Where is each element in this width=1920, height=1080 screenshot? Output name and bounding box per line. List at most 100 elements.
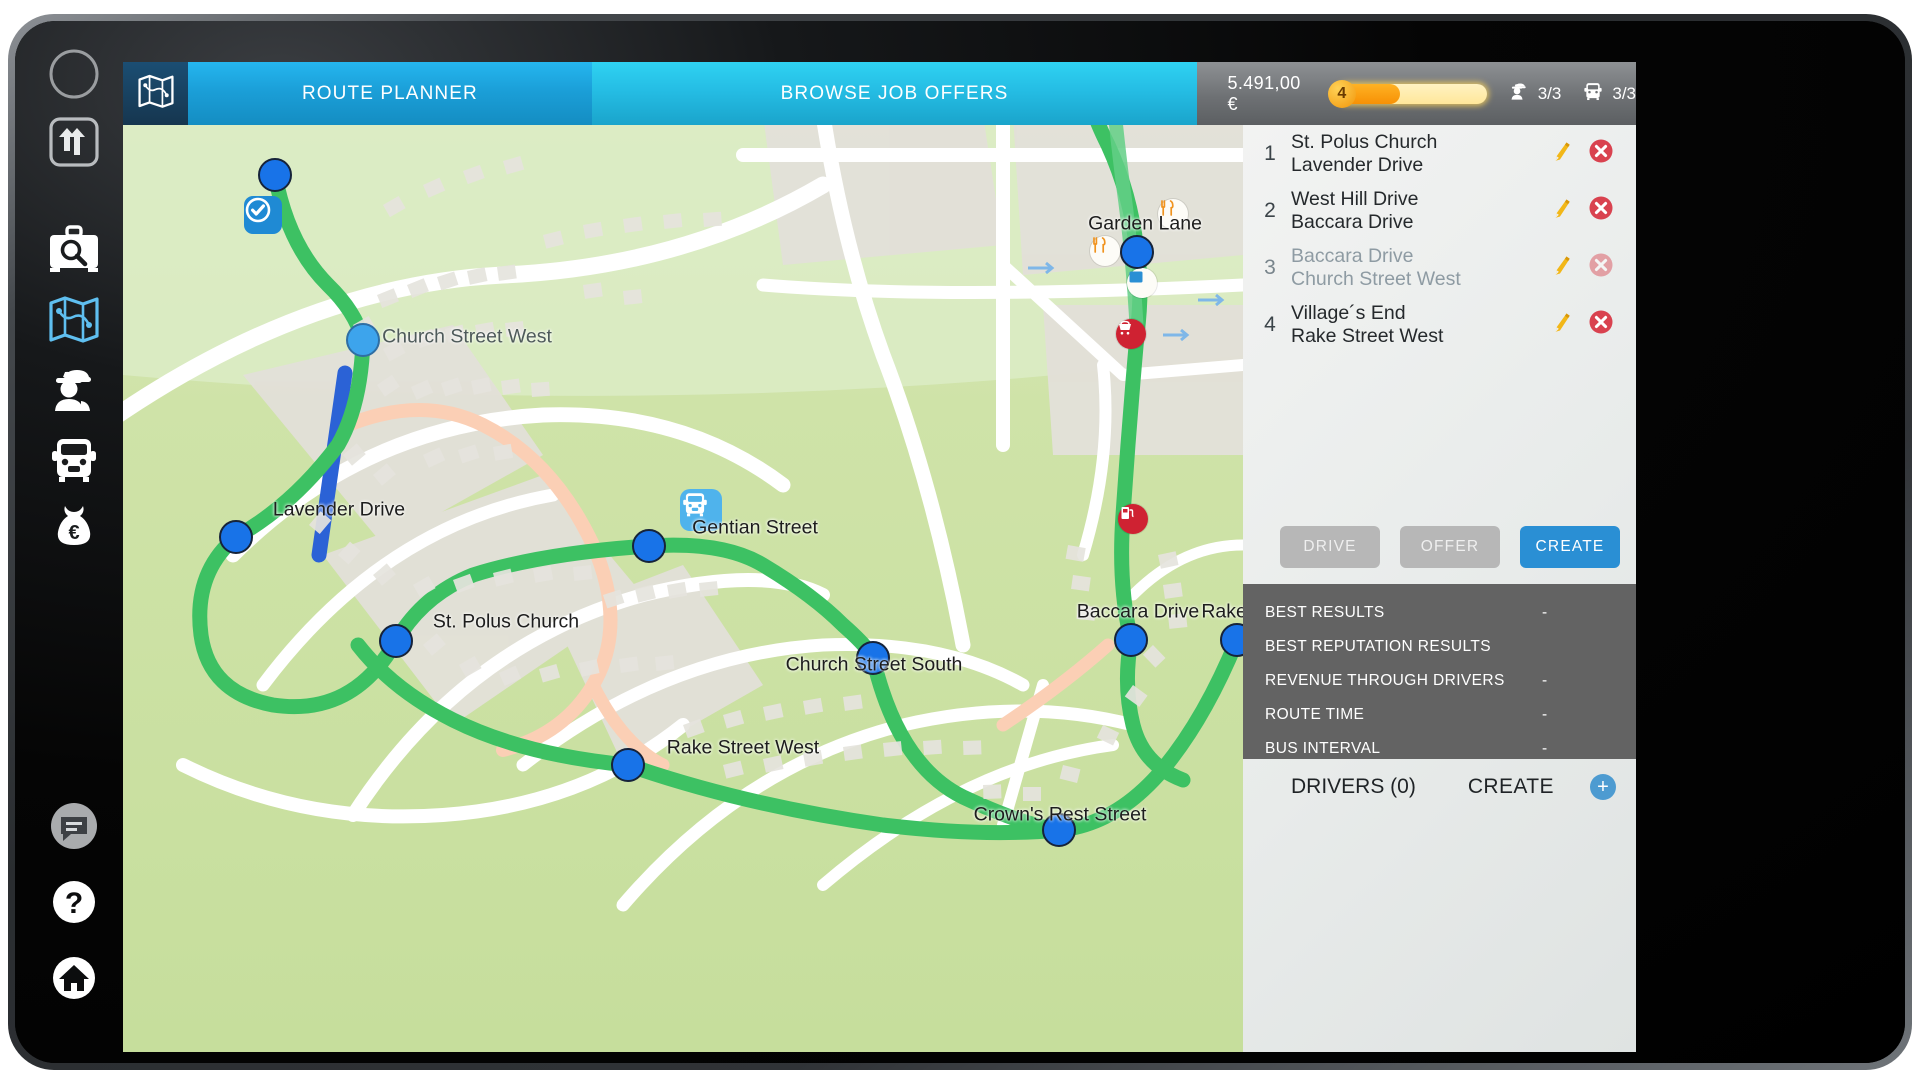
route-stop-names: West Hill Drive Baccara Drive	[1283, 188, 1552, 234]
map-stop-marker[interactable]	[856, 641, 890, 675]
bus-icon	[46, 431, 102, 487]
poi-restaurant[interactable]	[1158, 199, 1188, 229]
chat-bubble-icon	[47, 799, 101, 853]
poi-restaurant-2[interactable]	[1090, 236, 1120, 266]
sidebar-item-finances[interactable]: €	[41, 494, 107, 560]
drivers-section: DRIVERS (0) CREATE +	[1243, 759, 1636, 815]
delete-stop-button[interactable]	[1588, 309, 1614, 340]
drivers-counter: 3/3	[1507, 80, 1562, 107]
create-route-button[interactable]: CREATE	[1520, 526, 1620, 568]
delete-stop-button[interactable]	[1588, 138, 1614, 169]
delete-circle-icon	[1589, 139, 1613, 163]
experience-bar: 4	[1327, 79, 1487, 108]
poi-ticket[interactable]	[1127, 268, 1157, 298]
route-stat-label: BEST REPUTATION RESULTS	[1265, 638, 1491, 655]
driver-cap-icon	[46, 361, 102, 417]
edit-stop-button[interactable]	[1552, 254, 1572, 281]
delete-stop-button[interactable]	[1588, 195, 1614, 226]
map-routes-icon	[46, 291, 102, 347]
map-stop-marker[interactable]	[1042, 813, 1076, 847]
drive-button[interactable]: DRIVE	[1280, 526, 1380, 568]
route-stop-actions	[1552, 252, 1636, 283]
map-stop-marker[interactable]	[346, 323, 380, 357]
map-stop-marker[interactable]	[632, 529, 666, 563]
sidebar-item-help[interactable]: ?	[41, 869, 107, 935]
app-logo[interactable]	[123, 62, 189, 125]
route-stat-value: -	[1542, 706, 1548, 723]
plus-circle-icon[interactable]: +	[1590, 774, 1616, 800]
offer-button[interactable]: OFFER	[1400, 526, 1500, 568]
sidebar-item-home[interactable]	[41, 945, 107, 1011]
route-stop-row[interactable]: 4 Village´s End Rake Street West	[1243, 296, 1636, 353]
route-stat-row: ROUTE TIME -	[1243, 698, 1636, 732]
sidebar-item-job-search[interactable]	[41, 216, 107, 282]
route-stat-row: BEST RESULTS -	[1243, 596, 1636, 630]
route-stat-row: BEST REPUTATION RESULTS	[1243, 630, 1636, 664]
map-logo-icon	[136, 71, 176, 116]
level-badge: 4	[1327, 79, 1356, 108]
pencil-icon	[1555, 142, 1570, 161]
route-stop-names: St. Polus Church Lavender Drive	[1283, 131, 1552, 177]
route-stop-from: West Hill Drive	[1291, 187, 1419, 210]
svg-text:€: €	[68, 522, 79, 544]
sidebar-item-drivers[interactable]	[41, 356, 107, 422]
route-stat-value: -	[1542, 604, 1548, 621]
route-stat-value: -	[1542, 740, 1548, 757]
map-stop-marker[interactable]	[219, 520, 253, 554]
edit-stop-button[interactable]	[1552, 140, 1572, 167]
money-value: 5.491,00 €	[1227, 72, 1301, 114]
sidebar-item-compass[interactable]	[41, 41, 107, 107]
tab-browse-job-offers[interactable]: BROWSE JOB OFFERS	[591, 62, 1198, 125]
route-stat-value: -	[1542, 672, 1548, 689]
route-stop-to: Baccara Drive	[1291, 210, 1414, 233]
route-stop-row[interactable]: 2 West Hill Drive Baccara Drive	[1243, 182, 1636, 239]
poi-gas-station[interactable]	[1118, 504, 1148, 534]
route-action-buttons: DRIVE OFFER CREATE	[1243, 510, 1636, 584]
transfer-arrows-icon	[47, 115, 101, 169]
map-stop-marker[interactable]	[379, 624, 413, 658]
confirm-route-button[interactable]	[244, 196, 282, 234]
route-stop-to: Lavender Drive	[1291, 153, 1424, 176]
edit-stop-button[interactable]	[1552, 311, 1572, 338]
map-stop-marker[interactable]	[258, 158, 292, 192]
bus-marker[interactable]	[680, 489, 722, 531]
sidebar-item-route-planner[interactable]	[41, 286, 107, 352]
map-stop-marker[interactable]	[1114, 623, 1148, 657]
compass-icon	[47, 47, 101, 101]
money-bag-euro-icon: €	[46, 499, 102, 555]
app-window: ROUTE PLANNER BROWSE JOB OFFERS 5.491,00…	[123, 62, 1636, 1052]
route-stop-actions	[1552, 195, 1636, 226]
tab-route-planner-label: ROUTE PLANNER	[301, 82, 478, 104]
drivers-count-value: 3/3	[1537, 83, 1562, 103]
screen-root: € ? ROUTE PLANNER BROWSE JOB OFFERS 5.49…	[0, 0, 1920, 1080]
route-stop-row[interactable]: 3 Baccara Drive Church Street West	[1243, 239, 1636, 296]
route-stop-from: Baccara Drive	[1291, 244, 1414, 267]
route-stop-index: 1	[1264, 141, 1276, 165]
briefcase-search-icon	[46, 221, 102, 277]
sidebar-item-buses[interactable]	[41, 426, 107, 492]
map-canvas[interactable]: Garden Lane Church Street West Lavender Dr…	[123, 125, 1243, 1052]
svg-text:?: ?	[65, 887, 83, 920]
edit-stop-button[interactable]	[1552, 197, 1572, 224]
buses-count-value: 3/3	[1612, 83, 1636, 103]
buses-counter: 3/3	[1581, 80, 1636, 107]
drivers-create-button[interactable]: CREATE	[1468, 775, 1554, 799]
sidebar-item-transfer[interactable]	[41, 109, 107, 175]
delete-circle-icon	[1589, 253, 1613, 277]
tab-route-planner[interactable]: ROUTE PLANNER	[188, 62, 592, 125]
question-mark-icon: ?	[48, 876, 100, 928]
route-stat-label: BEST RESULTS	[1265, 604, 1385, 621]
sidebar-item-messages[interactable]	[41, 793, 107, 859]
route-stop-from: Village´s End	[1291, 301, 1406, 324]
home-icon	[48, 952, 100, 1004]
route-stop-from: St. Polus Church	[1291, 130, 1438, 153]
route-stats-table: BEST RESULTS - BEST REPUTATION RESULTS REVE…	[1243, 584, 1636, 759]
poi-shop[interactable]	[1116, 319, 1146, 349]
pencil-icon	[1555, 256, 1570, 275]
map-stop-marker[interactable]	[1120, 235, 1154, 269]
route-stop-index: 3	[1264, 255, 1276, 279]
delete-stop-button[interactable]	[1588, 252, 1614, 283]
map-stop-marker[interactable]	[611, 748, 645, 782]
route-stop-row[interactable]: 1 St. Polus Church Lavender Drive	[1243, 125, 1636, 182]
tab-browse-job-offers-label: BROWSE JOB OFFERS	[780, 82, 1009, 104]
